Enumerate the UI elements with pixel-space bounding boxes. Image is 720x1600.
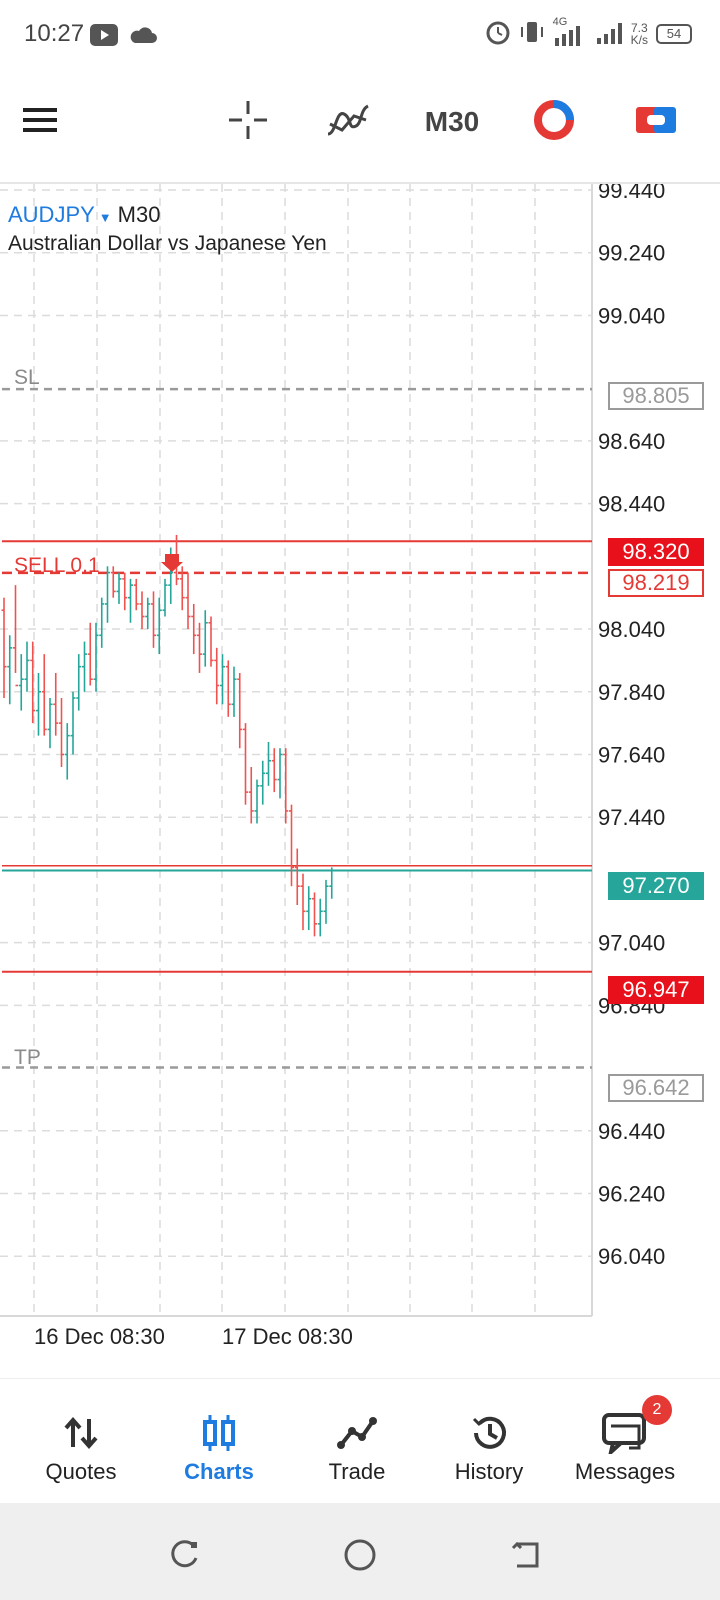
price-axis-label: 96.040	[598, 1244, 665, 1269]
price-axis-label: 99.040	[598, 303, 665, 328]
trade-toggle-icon	[635, 105, 677, 140]
network-speed-value: 7.3	[630, 20, 648, 35]
vibrate-icon	[519, 19, 545, 48]
battery-icon: 54	[656, 23, 692, 44]
nav-charts-label: Charts	[184, 1459, 254, 1484]
time-axis-label: 16 Dec 08:30	[34, 1324, 165, 1349]
cloud-icon	[128, 26, 158, 49]
high-price-tag: 98.320	[608, 538, 704, 566]
symbol-timeframe: M30	[117, 202, 161, 227]
nav-charts[interactable]: Charts	[150, 1379, 288, 1504]
crosshair-button[interactable]	[226, 92, 270, 152]
price-chart[interactable]: 99.440 99.240 99.040 98.640 98.440 98.040 97.8…	[0, 184, 720, 1380]
current-price-tag: 97.270	[608, 872, 704, 900]
price-axis-label: 97.440	[598, 805, 665, 830]
chat-bubbles-icon	[601, 1413, 649, 1454]
network-speed-unit: K/s	[630, 32, 648, 47]
symbol-name[interactable]: AUDJPY	[8, 202, 95, 227]
chart-area[interactable]: 99.440 99.240 99.040 98.640 98.440 98.040 97.8…	[0, 182, 720, 1378]
arrows-up-down-icon	[63, 1413, 99, 1453]
messages-badge: 2	[642, 1395, 672, 1425]
menu-icon	[21, 106, 59, 139]
sell-price-tag[interactable]: 98.219	[608, 569, 704, 597]
sl-price-tag[interactable]: 98.805	[608, 382, 704, 410]
timeframe-button[interactable]: M30	[420, 92, 484, 152]
price-axis-label: 96.240	[598, 1182, 665, 1207]
sell-order-label[interactable]: SELL 0.1	[14, 554, 100, 578]
symbol-description: Australian Dollar vs Japanese Yen	[8, 232, 327, 255]
signal-icon	[595, 18, 623, 49]
one-click-trading-icon	[533, 99, 575, 146]
indicators-button[interactable]	[326, 92, 370, 152]
status-bar: 10:27 4G 7.3 K/s 54	[0, 0, 720, 72]
price-axis-label: 99.240	[598, 241, 665, 266]
nav-trade-label: Trade	[328, 1459, 386, 1484]
battery-level: 54	[666, 26, 682, 41]
price-axis-label: 96.440	[598, 1119, 665, 1144]
bottom-navigation: Quotes Charts Trade History Messages 2	[0, 1378, 720, 1503]
time-axis-label: 17 Dec 08:30	[222, 1324, 353, 1349]
nav-messages-label: Messages	[574, 1459, 676, 1484]
recents-icon	[171, 1540, 198, 1568]
nav-history[interactable]: History	[420, 1379, 558, 1504]
sl-label: SL	[14, 366, 40, 389]
network-speed: 7.3 K/s	[631, 22, 648, 46]
nav-history-label: History	[454, 1459, 524, 1484]
recents-button[interactable]	[164, 1535, 204, 1575]
chart-toolbar: M30	[0, 72, 720, 182]
crosshair-icon	[227, 99, 269, 146]
trend-line-icon	[337, 1413, 377, 1453]
one-click-trading-button[interactable]	[532, 92, 576, 152]
candles-icon	[201, 1413, 237, 1453]
trade-toggle-button[interactable]	[634, 92, 678, 152]
low-price-tag: 96.947	[608, 976, 704, 1004]
price-axis-label: 97.040	[598, 931, 665, 956]
price-axis-label: 97.840	[598, 680, 665, 705]
system-navigation-bar	[0, 1503, 720, 1600]
symbol-header[interactable]: AUDJPY ▼ M30	[8, 202, 160, 228]
back-icon	[511, 1541, 539, 1568]
menu-button[interactable]	[18, 92, 62, 152]
alarm-icon	[485, 19, 511, 48]
history-clock-icon	[469, 1413, 509, 1453]
nav-trade[interactable]: Trade	[288, 1379, 426, 1504]
price-axis-label: 98.640	[598, 429, 665, 454]
nav-quotes-label: Quotes	[45, 1459, 117, 1484]
price-axis-label: 98.040	[598, 617, 665, 642]
tp-label: TP	[14, 1046, 41, 1069]
price-axis-label: 98.440	[598, 492, 665, 517]
symbol-dropdown-caret-icon[interactable]: ▼	[99, 210, 112, 225]
youtube-icon	[90, 24, 118, 46]
back-button[interactable]	[506, 1535, 546, 1575]
tp-price-tag[interactable]: 96.642	[608, 1074, 704, 1102]
indicators-icon	[326, 100, 370, 145]
home-button[interactable]	[340, 1535, 380, 1575]
nav-messages[interactable]: Messages 2	[556, 1379, 694, 1504]
price-axis-label: 99.440	[598, 184, 665, 203]
sell-entry-arrow-icon	[161, 554, 183, 573]
nav-quotes[interactable]: Quotes	[12, 1379, 150, 1504]
timeframe-label: M30	[424, 106, 480, 137]
home-circle-icon	[344, 1539, 376, 1571]
status-time: 10:27	[24, 20, 85, 47]
price-axis-label: 97.640	[598, 742, 665, 767]
signal-4g-icon: 4G	[553, 16, 587, 48]
